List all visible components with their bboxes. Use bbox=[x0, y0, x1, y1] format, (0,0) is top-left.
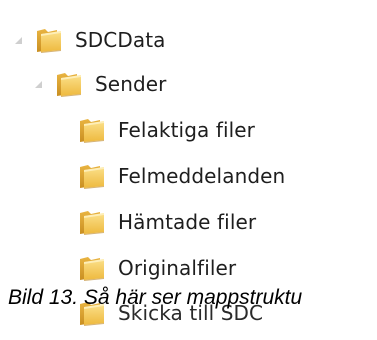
expanded-arrow-icon[interactable] bbox=[14, 36, 23, 45]
figure-caption: Bild 13. Så här ser mappstruktu bbox=[8, 286, 303, 309]
caption-area: Skicka till SDC Bild 13. Så här ser mapp… bbox=[0, 278, 377, 340]
tree-item-label: Felmeddelanden bbox=[118, 164, 286, 188]
folder-icon bbox=[78, 163, 106, 189]
tree-item-label: Originalfiler bbox=[118, 256, 237, 280]
expanded-arrow-icon[interactable] bbox=[34, 80, 43, 89]
tree-item-felmeddelanden[interactable]: Felmeddelanden bbox=[78, 158, 285, 194]
tree-item-label: SDCData bbox=[75, 28, 166, 52]
tree-item-label: Sender bbox=[95, 72, 167, 96]
tree-item-felaktiga-filer[interactable]: Felaktiga filer bbox=[78, 112, 255, 148]
folder-icon bbox=[35, 27, 63, 53]
tree-item-sdcdata[interactable]: SDCData bbox=[14, 22, 166, 58]
folder-icon bbox=[78, 209, 106, 235]
tree-item-label: Felaktiga filer bbox=[118, 118, 255, 142]
folder-icon bbox=[55, 71, 83, 97]
tree-item-label: Hämtade filer bbox=[118, 210, 257, 234]
folder-icon bbox=[78, 117, 106, 143]
tree-item-hamtade-filer[interactable]: Hämtade filer bbox=[78, 204, 256, 240]
tree-item-sender[interactable]: Sender bbox=[34, 66, 167, 102]
folder-tree: SDCData Sender Felaktiga filer Felmeddel… bbox=[0, 0, 377, 340]
